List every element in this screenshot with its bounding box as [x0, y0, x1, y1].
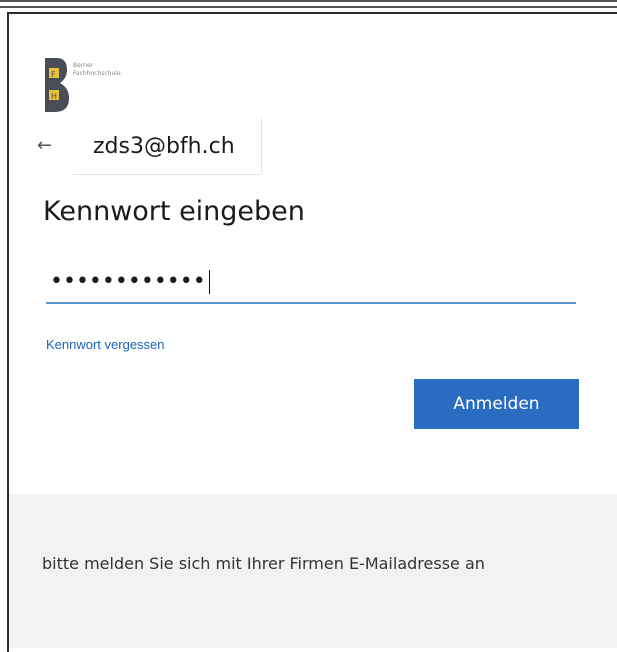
window-top-border: [0, 0, 617, 8]
org-name: Berner Fachhochschule: [73, 62, 121, 77]
org-logo: F H Berner Fachhochschule: [43, 50, 163, 114]
bfh-logo-icon: F H: [45, 58, 69, 112]
screen: F H Berner Fachhochschule ← zds3@bfh.ch …: [0, 0, 617, 652]
sign-in-button[interactable]: Anmelden: [414, 379, 579, 429]
password-field-container: [46, 262, 580, 304]
forgot-password-link[interactable]: Kennwort vergessen: [46, 337, 165, 352]
text-caret: [209, 270, 210, 294]
footer-message: bitte melden Sie sich mit Ihrer Firmen E…: [42, 554, 485, 573]
account-email: zds3@bfh.ch: [73, 118, 261, 174]
password-field[interactable]: [46, 262, 580, 300]
logo-letter-h: H: [51, 92, 57, 101]
back-arrow-icon[interactable]: ←: [37, 137, 65, 155]
page-title: Kennwort eingeben: [43, 196, 305, 227]
logo-letter-f: F: [51, 70, 56, 79]
identity-banner: ← zds3@bfh.ch: [37, 118, 261, 174]
